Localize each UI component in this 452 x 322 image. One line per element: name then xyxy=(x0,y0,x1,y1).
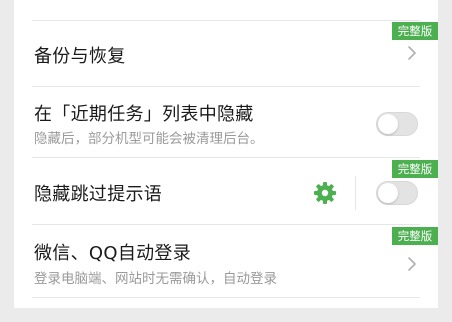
toggle-knob xyxy=(378,183,398,203)
wechat-qq-autologin-row[interactable]: 完整版 微信、QQ自动登录 登录电脑端、网站时无需确认，自动登录 xyxy=(14,225,438,297)
backup-restore-title: 备份与恢复 xyxy=(34,46,126,67)
hide-skip-hint-title: 隐藏跳过提示语 xyxy=(34,184,163,205)
settings-list: 完整版 备份与恢复 在「近期任务」列表中隐藏 隐藏后，部分机型可能会被清理后台。… xyxy=(14,0,438,308)
vertical-separator xyxy=(355,176,356,210)
chevron-right-icon xyxy=(408,46,416,60)
chevron-right-icon xyxy=(408,257,416,271)
wechat-qq-autologin-subtitle: 登录电脑端、网站时无需确认，自动登录 xyxy=(34,271,277,287)
toggle-knob xyxy=(378,114,398,134)
full-version-badge: 完整版 xyxy=(392,22,438,40)
full-version-badge: 完整版 xyxy=(392,227,438,245)
hide-from-recents-title: 在「近期任务」列表中隐藏 xyxy=(34,104,254,125)
wechat-qq-autologin-title: 微信、QQ自动登录 xyxy=(34,243,192,264)
row-divider xyxy=(32,297,420,298)
backup-restore-row[interactable]: 完整版 备份与恢复 xyxy=(14,20,438,86)
hide-skip-hint-toggle[interactable] xyxy=(376,181,418,205)
hide-from-recents-row: 在「近期任务」列表中隐藏 隐藏后，部分机型可能会被清理后台。 xyxy=(14,87,438,157)
hide-from-recents-toggle[interactable] xyxy=(376,112,418,136)
gear-icon[interactable] xyxy=(313,181,337,205)
full-version-badge: 完整版 xyxy=(392,160,438,178)
hide-skip-hint-row: 完整版 隐藏跳过提示语 xyxy=(14,158,438,224)
hide-from-recents-subtitle: 隐藏后，部分机型可能会被清理后台。 xyxy=(34,131,264,147)
